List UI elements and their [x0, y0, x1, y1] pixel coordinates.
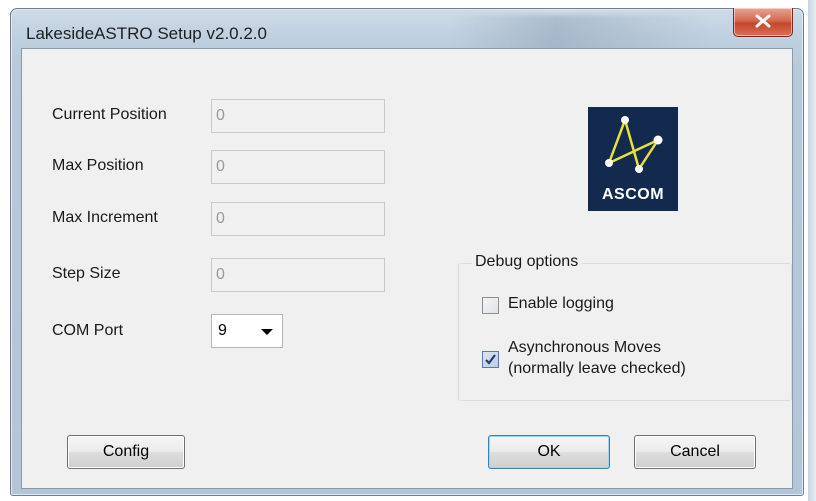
background-window-edge [808, 0, 816, 501]
com-port-label: COM Port [52, 322, 124, 339]
dialog-client-area: Current Position 0 Max Position 0 Max In… [21, 48, 793, 489]
step-size-field[interactable]: 0 [211, 258, 385, 292]
max-increment-field[interactable]: 0 [211, 202, 385, 236]
ascom-logo-text: ASCOM [601, 186, 665, 203]
config-button[interactable]: Config [67, 435, 185, 469]
window-title: LakesideASTRO Setup v2.0.2.0 [26, 24, 267, 43]
ascom-star-icon [605, 116, 663, 173]
enable-logging-checkbox[interactable] [482, 297, 499, 314]
max-position-field[interactable]: 0 [211, 150, 385, 184]
com-port-value: 9 [218, 322, 227, 339]
chevron-down-icon [261, 329, 273, 335]
com-port-dropdown[interactable]: 9 [211, 314, 283, 348]
max-position-label: Max Position [52, 157, 144, 174]
ascom-logo: ASCOM [588, 107, 678, 211]
max-increment-label: Max Increment [52, 209, 158, 226]
async-moves-label-line1[interactable]: Asynchronous Moves [508, 339, 661, 357]
step-size-label: Step Size [52, 265, 121, 282]
close-icon [755, 14, 771, 28]
setup-dialog: LakesideASTRO Setup v2.0.2.0 Current Pos… [10, 8, 804, 496]
ok-button[interactable]: OK [488, 435, 610, 469]
async-moves-label-line2[interactable]: (normally leave checked) [508, 360, 686, 378]
close-button[interactable] [733, 8, 793, 37]
cancel-button[interactable]: Cancel [634, 435, 756, 469]
enable-logging-label[interactable]: Enable logging [508, 295, 614, 313]
current-position-label: Current Position [52, 106, 167, 123]
current-position-field[interactable]: 0 [211, 99, 385, 133]
debug-options-group [458, 263, 792, 401]
async-moves-checkbox[interactable] [482, 351, 499, 368]
debug-options-title: Debug options [472, 253, 582, 271]
checkmark-icon [485, 354, 496, 365]
